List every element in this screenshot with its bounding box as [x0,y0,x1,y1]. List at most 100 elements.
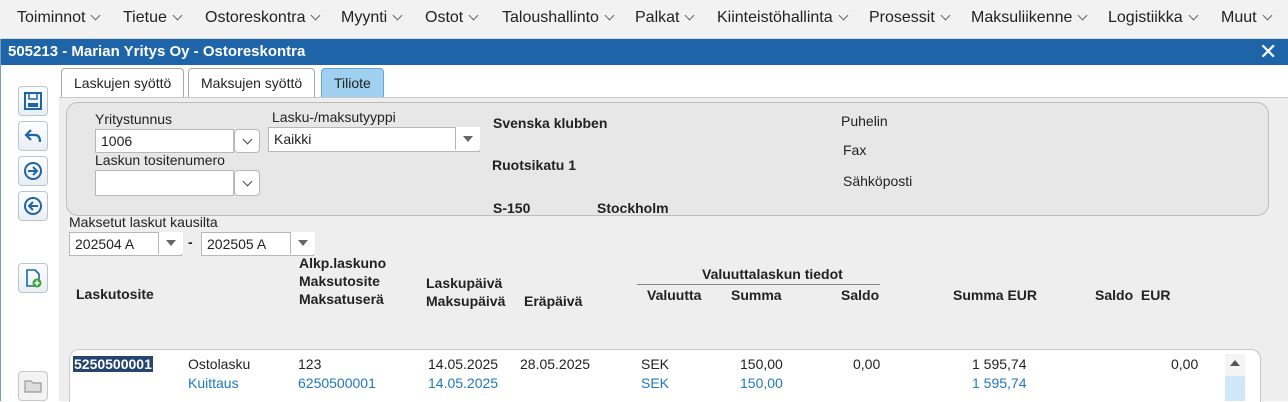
type-label: Lasku-/maksutyyppi [272,109,396,125]
menu-label: Myynti [341,9,388,26]
col-header-currency-group: Valuuttalaskun tiedot [702,266,843,282]
chevron-down-icon [1262,10,1273,21]
col-header-payment-date: Maksupäivä [426,293,506,309]
col-header-payment-voucher: Maksutosite [299,273,380,289]
company-label: Yritystunnus [95,111,173,127]
menu-muut[interactable]: Muut [1221,9,1273,27]
menu-logistiikka[interactable]: Logistiikka [1108,9,1199,27]
row-type: Ostolasku [188,356,251,372]
period-dash: - [188,234,193,250]
folder-icon [24,380,42,393]
company-dropdown-button[interactable] [234,129,260,153]
row-orig: 123 [298,356,322,372]
period-to-select[interactable]: 202505 A [201,232,315,256]
voucher-number-label: Laskun tositenumero [95,152,225,168]
col-header-sum-eur: Summa EUR [953,287,1037,303]
period-label: Maksetut laskut kausilta [69,214,218,230]
balance-eur-unit: EUR [1140,287,1171,303]
arrow-right-circle-icon [24,162,42,180]
menu-taloushallinto[interactable]: Taloushallinto [502,9,615,27]
tab-laskujen-syotto[interactable]: Laskujen syöttö [61,68,185,97]
menu-prosessit[interactable]: Prosessit [869,9,951,27]
menu-myynti[interactable]: Myynti [341,9,403,27]
menu-label: Ostoreskontra [205,9,306,26]
menu-ostot[interactable]: Ostot [425,9,479,27]
new-document-button[interactable] [18,263,48,293]
chevron-down-icon [392,10,403,21]
chevron-down-icon [1077,10,1088,21]
menu-palkat[interactable]: Palkat [635,9,695,27]
undo-icon [24,129,42,143]
fax-label: Fax [843,142,867,158]
col-header-invoice-date: Laskupäivä [426,275,503,291]
tab-tiliote[interactable]: Tiliote [321,68,384,97]
row-sum-eur: 1 595,74 [972,356,1027,372]
grid-scrollbar[interactable] [1225,354,1245,401]
main-menubar: Toiminnot Tietue Ostoreskontra Myynti Os… [0,0,1288,39]
triangle-down-icon [298,240,308,246]
row-balance: 0,00 [853,356,881,372]
arrow-left-circle-icon [24,197,42,215]
row-due: 28.05.2025 [520,356,591,372]
menu-tietue[interactable]: Tietue [123,9,183,27]
row-sum-eur: 1 595,74 [972,375,1027,391]
next-button[interactable] [18,156,48,186]
window-titlebar: 505213 - Marian Yritys Oy - Ostoreskontr… [1,39,1288,65]
period-from-select[interactable]: 202504 A [69,232,183,256]
type-dropdown-button[interactable] [455,127,480,150]
company-value: 1006 [101,133,133,149]
chevron-down-icon [242,176,252,186]
undo-button[interactable] [18,121,48,151]
scrollbar-thumb[interactable] [1225,376,1245,401]
menu-ostoreskontra[interactable]: Ostoreskontra [205,9,321,27]
left-toolbar [1,65,59,401]
col-header-balance: Saldo [841,287,880,303]
chevron-down-icon [311,10,321,21]
close-icon[interactable]: ✕ [1259,39,1277,65]
row-sum: 150,00 [740,375,783,391]
type-select[interactable]: Kaikki [268,127,480,152]
menu-label: Ostot [425,9,464,26]
row-voucher[interactable]: 5250500001 [73,356,153,372]
chevron-down-icon [242,134,252,144]
menu-toiminnot[interactable]: Toiminnot [17,9,101,27]
row-currency: SEK [641,375,670,391]
supplier-street: Ruotsikatu 1 [492,157,577,173]
triangle-down-icon [463,135,473,142]
tab-strip: Laskujen syöttö Maksujen syöttö Tiliote [59,65,1288,98]
company-field[interactable]: 1006 [95,129,260,153]
menu-label: Prosessit [869,9,935,26]
window-title: 505213 - Marian Yritys Oy - Ostoreskontr… [8,43,306,60]
menu-kiinteistohallinta[interactable]: Kiinteistöhallinta [717,9,849,27]
tab-maksujen-syotto[interactable]: Maksujen syöttö [188,68,316,97]
menu-label: Kiinteistöhallinta [717,9,833,26]
col-header-due-date: Eräpäivä [524,293,583,309]
row-balance-eur: 0,00 [1171,356,1199,372]
sum-eur-unit: EUR [1007,287,1038,303]
menu-label: Taloushallinto [502,9,599,26]
scroll-up-icon[interactable] [1225,356,1245,370]
supplier-zip: S-150 [493,200,531,216]
sum-eur-label: Summa [953,287,1004,303]
triangle-down-icon [166,240,176,246]
previous-button[interactable] [18,191,48,221]
save-button[interactable] [18,86,48,116]
voucher-number-field[interactable] [95,170,260,196]
folder-button[interactable] [18,371,48,401]
chevron-down-icon [838,10,849,21]
voucher-dropdown-button[interactable] [234,170,260,196]
period-to-dropdown[interactable] [290,232,315,254]
col-header-currency: Valuutta [647,287,702,303]
chevron-down-icon [940,10,951,21]
menu-maksuliikenne[interactable]: Maksuliikenne [971,9,1088,27]
row-orig[interactable]: 6250500001 [298,375,376,391]
menu-label: Palkat [635,9,680,26]
period-from-value: 202504 A [75,236,135,252]
col-header-orig: Alkp.laskuno [299,255,387,271]
row-type[interactable]: Kuittaus [188,375,239,391]
period-from-dropdown[interactable] [158,232,183,254]
col-header-balance-eur: Saldo EUR [1095,287,1170,303]
email-label: Sähköposti [843,173,913,189]
chevron-down-icon [1188,10,1199,21]
content-area: Laskujen syöttö Maksujen syöttö Tiliote … [59,65,1288,402]
